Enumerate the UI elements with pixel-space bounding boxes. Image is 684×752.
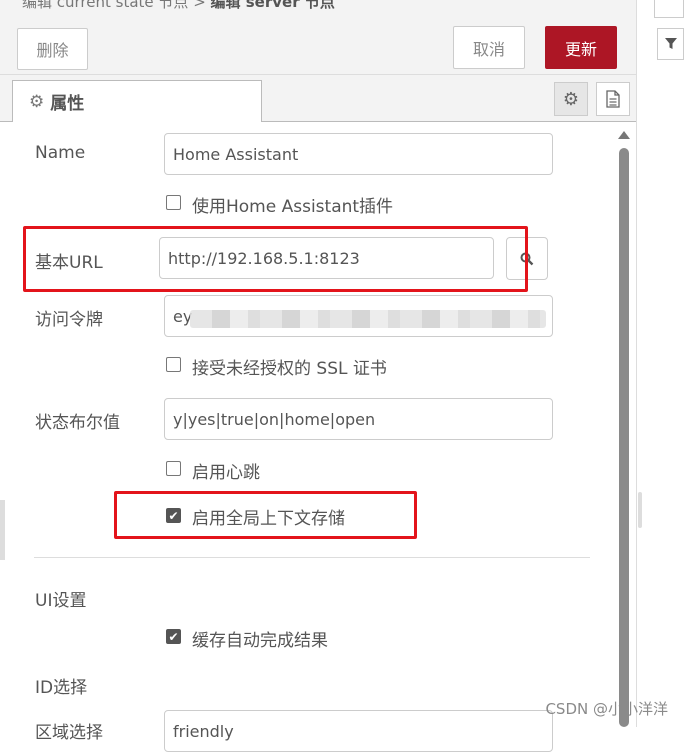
accept-ssl-label: 接受未经授权的 SSL 证书: [192, 359, 387, 379]
cancel-button[interactable]: 取消: [453, 26, 525, 69]
access-token-label: 访问令牌: [35, 310, 103, 330]
masked-token-blur: [190, 310, 546, 328]
tray-toolbar: [0, 14, 636, 75]
sidebar-pane: [645, 0, 684, 727]
annotation-box-global-context: [114, 491, 417, 539]
description-tab-button[interactable]: [596, 82, 630, 116]
breadcrumb: 编辑 current state 节点 > 编辑 server 节点: [0, 0, 636, 14]
scrollbar-thumb[interactable]: [619, 148, 629, 727]
heartbeat-checkbox[interactable]: [166, 461, 181, 476]
settings-tab-button[interactable]: ⚙: [554, 82, 588, 116]
filter-icon: [664, 38, 677, 49]
name-input[interactable]: Home Assistant: [164, 133, 553, 175]
document-icon: [606, 90, 620, 108]
checkmark-icon: ✔: [168, 629, 179, 644]
gear-icon: ⚙: [562, 88, 580, 110]
gear-icon: ⚙: [29, 91, 45, 112]
entity-selection-label: 区域选择: [35, 723, 103, 743]
annotation-box-base-url: [23, 226, 528, 292]
use-addon-label: 使用Home Assistant插件: [192, 197, 394, 217]
state-boolean-label: 状态布尔值: [35, 413, 120, 433]
state-boolean-input[interactable]: y|yes|true|on|home|open: [164, 398, 553, 440]
scroll-up-arrow-icon[interactable]: [618, 131, 630, 139]
section-divider: [34, 557, 590, 558]
cache-autocomplete-checkbox[interactable]: ✔: [166, 629, 181, 644]
accept-ssl-checkbox[interactable]: [166, 357, 181, 372]
ui-settings-heading: UI设置: [35, 591, 87, 611]
tab-properties[interactable]: ⚙ 属性: [12, 80, 262, 122]
name-label: Name: [35, 143, 86, 163]
update-button[interactable]: 更新: [545, 26, 617, 69]
breadcrumb-left[interactable]: 编辑 current state 节点: [22, 0, 188, 11]
entity-selection-select[interactable]: friendly: [164, 710, 553, 752]
tab-properties-label: 属性: [50, 94, 85, 114]
id-selection-heading: ID选择: [35, 678, 88, 698]
left-resize-handle[interactable]: [0, 500, 5, 560]
heartbeat-label: 启用心跳: [192, 463, 260, 483]
watermark: CSDN @小小洋洋: [545, 700, 668, 718]
use-addon-checkbox[interactable]: [166, 195, 181, 210]
tray-resize-handle[interactable]: [638, 492, 642, 528]
filter-button[interactable]: [657, 28, 684, 60]
cache-autocomplete-label: 缓存自动完成结果: [192, 631, 328, 651]
breadcrumb-separator: >: [188, 0, 211, 11]
delete-button[interactable]: 删除: [17, 28, 88, 70]
sidebar-tab[interactable]: [654, 0, 684, 18]
breadcrumb-current: 编辑 server 节点: [210, 0, 335, 11]
